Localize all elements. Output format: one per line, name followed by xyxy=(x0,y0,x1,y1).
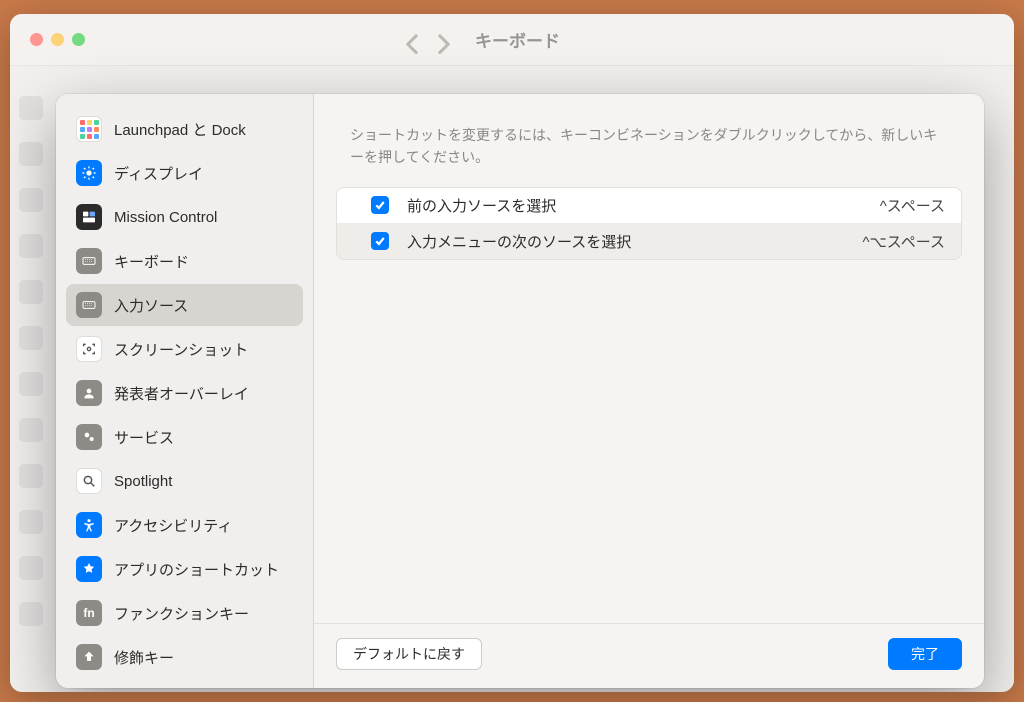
shortcut-checkbox[interactable] xyxy=(371,232,389,250)
sidebar-item-label: ディスプレイ xyxy=(114,163,203,184)
sidebar-item-keyboard[interactable]: キーボード xyxy=(66,240,303,282)
modifier-keys-icon xyxy=(76,644,102,670)
sidebar-item-presenter-overlay[interactable]: 発表者オーバーレイ xyxy=(66,372,303,414)
system-settings-window: キーボード Launchpad と Dock ディスプ xyxy=(10,14,1014,692)
app-shortcuts-icon xyxy=(76,556,102,582)
presenter-overlay-icon xyxy=(76,380,102,406)
sidebar-item-screenshot[interactable]: スクリーンショット xyxy=(66,328,303,370)
sidebar-item-label: スクリーンショット xyxy=(114,339,248,360)
shortcut-row-next-input-source[interactable]: 入力メニューの次のソースを選択 ^⌥スペース xyxy=(337,224,961,259)
instructions-text: ショートカットを変更するには、キーコンビネーションをダブルクリックしてから、新し… xyxy=(314,94,984,187)
sidebar-item-label: 修飾キー xyxy=(114,647,174,668)
mission-control-icon xyxy=(76,204,102,230)
sidebar-item-label: Launchpad と Dock xyxy=(114,119,246,140)
sidebar-item-spotlight[interactable]: Spotlight xyxy=(66,460,303,502)
keyboard-icon xyxy=(76,248,102,274)
sidebar-item-services[interactable]: サービス xyxy=(66,416,303,458)
sidebar-item-label: 発表者オーバーレイ xyxy=(114,383,249,404)
screenshot-icon xyxy=(76,336,102,362)
shortcut-main-panel: ショートカットを変更するには、キーコンビネーションをダブルクリックしてから、新し… xyxy=(314,94,984,688)
restore-defaults-button[interactable]: デフォルトに戻す xyxy=(336,638,482,670)
shortcut-label: 前の入力ソースを選択 xyxy=(407,195,880,216)
sidebar-item-label: アプリのショートカット xyxy=(114,559,279,580)
sidebar-item-label: Spotlight xyxy=(114,473,172,490)
sidebar-item-accessibility[interactable]: アクセシビリティ xyxy=(66,504,303,546)
services-icon xyxy=(76,424,102,450)
shortcut-key[interactable]: ^スペース xyxy=(880,195,945,216)
sidebar-item-function-keys[interactable]: fn ファンクションキー xyxy=(66,592,303,634)
sidebar-item-label: Mission Control xyxy=(114,209,217,226)
shortcut-category-sidebar: Launchpad と Dock ディスプレイ Mission Control … xyxy=(56,94,314,688)
shortcuts-sheet: Launchpad と Dock ディスプレイ Mission Control … xyxy=(56,94,984,688)
sidebar-item-input-sources[interactable]: 入力ソース xyxy=(66,284,303,326)
sidebar-item-mission-control[interactable]: Mission Control xyxy=(66,196,303,238)
sidebar-item-label: サービス xyxy=(114,427,174,448)
shortcut-key[interactable]: ^⌥スペース xyxy=(862,231,945,252)
function-keys-icon: fn xyxy=(76,600,102,626)
spotlight-icon xyxy=(76,468,102,494)
sidebar-item-launchpad[interactable]: Launchpad と Dock xyxy=(66,108,303,150)
sidebar-item-label: 入力ソース xyxy=(114,295,188,316)
sidebar-item-label: ファンクションキー xyxy=(114,603,249,624)
sidebar-item-app-shortcuts[interactable]: アプリのショートカット xyxy=(66,548,303,590)
shortcut-checkbox[interactable] xyxy=(371,196,389,214)
launchpad-icon xyxy=(76,116,102,142)
sidebar-item-display[interactable]: ディスプレイ xyxy=(66,152,303,194)
shortcut-label: 入力メニューの次のソースを選択 xyxy=(407,231,862,252)
sidebar-item-label: キーボード xyxy=(114,251,189,272)
shortcut-row-prev-input-source[interactable]: 前の入力ソースを選択 ^スペース xyxy=(337,188,961,224)
sidebar-item-label: アクセシビリティ xyxy=(114,515,232,536)
sidebar-item-modifier-keys[interactable]: 修飾キー xyxy=(66,636,303,678)
done-button[interactable]: 完了 xyxy=(888,638,962,670)
sheet-footer: デフォルトに戻す 完了 xyxy=(314,623,984,688)
display-icon xyxy=(76,160,102,186)
shortcut-list: 前の入力ソースを選択 ^スペース 入力メニューの次のソースを選択 ^⌥スペース xyxy=(336,187,962,260)
input-sources-icon xyxy=(76,292,102,318)
accessibility-icon xyxy=(76,512,102,538)
